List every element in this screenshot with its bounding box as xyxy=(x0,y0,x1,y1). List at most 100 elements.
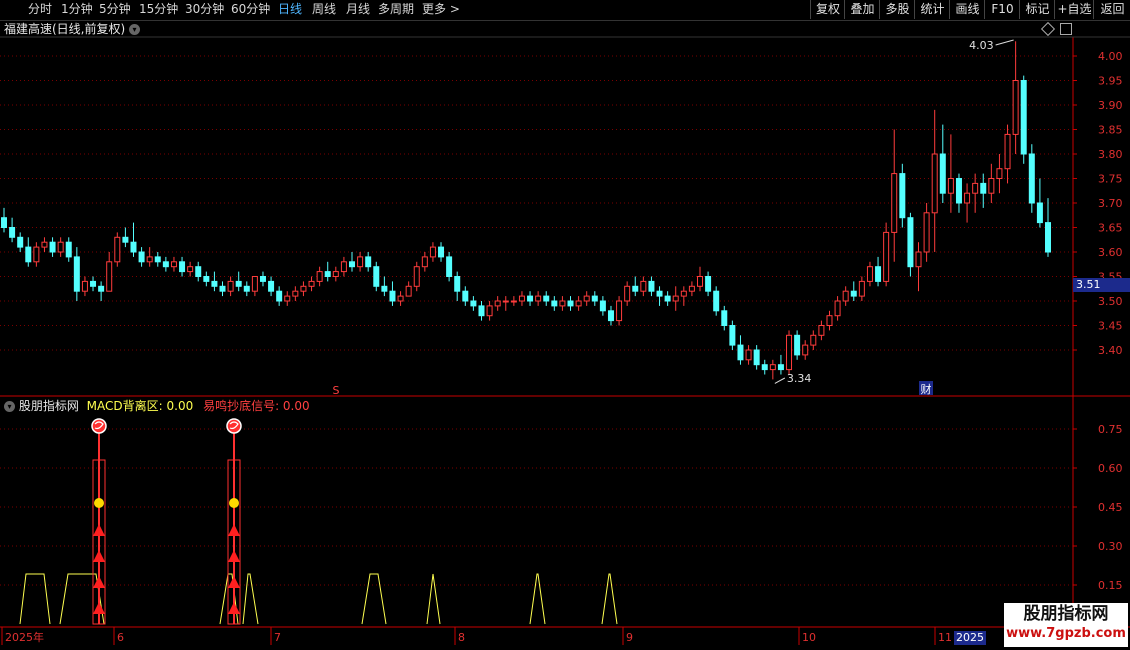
candle-body xyxy=(575,300,582,307)
candle-body xyxy=(745,349,752,361)
candle-body xyxy=(535,295,542,302)
candle-body xyxy=(25,246,32,263)
signal-up-arrow xyxy=(228,550,240,562)
candle-body xyxy=(1,217,7,228)
candle-body xyxy=(640,280,647,292)
candle-body xyxy=(607,310,614,322)
candle-body xyxy=(405,285,412,297)
candle-body xyxy=(616,300,623,322)
candle-body xyxy=(972,182,979,194)
candle-body xyxy=(308,280,315,287)
candle-body xyxy=(802,344,809,356)
candle-body xyxy=(777,364,784,371)
candle-body xyxy=(211,280,218,287)
price-tick-label: 3.80 xyxy=(1098,148,1123,161)
candle-body xyxy=(688,285,695,292)
candle-body xyxy=(931,153,938,214)
candle-body xyxy=(138,251,145,263)
candle-body xyxy=(421,256,428,268)
candle-body xyxy=(235,280,242,287)
candle-body xyxy=(729,325,736,346)
indicator-name[interactable]: 股朋指标网 xyxy=(19,399,79,413)
candle-body xyxy=(543,295,550,302)
candle-body xyxy=(769,364,776,371)
price-tick-label: 3.95 xyxy=(1098,75,1123,88)
macd-divergence-pulse xyxy=(529,573,546,625)
window-toggle-icon[interactable] xyxy=(1060,23,1072,35)
current-price-tag: 3.51 xyxy=(1073,278,1130,292)
price-tick-label: 3.40 xyxy=(1098,344,1123,357)
candle-body xyxy=(559,300,566,307)
candle-body xyxy=(316,271,323,282)
candle-body xyxy=(203,276,210,282)
chevron-down-icon[interactable]: ▾ xyxy=(4,401,15,412)
current-date-tag: 2025 xyxy=(954,631,986,645)
candle-body xyxy=(1004,133,1011,170)
low-price-label: 3.34 xyxy=(787,372,812,385)
candle-body xyxy=(955,178,962,204)
candle-body xyxy=(794,334,801,356)
candle-body xyxy=(915,251,922,268)
candle-body xyxy=(462,290,469,302)
candle-body xyxy=(154,256,161,263)
candle-body xyxy=(947,178,954,194)
candle-body xyxy=(1012,80,1019,135)
signal-up-arrow xyxy=(228,576,240,588)
candle-body xyxy=(276,290,283,302)
candle-body xyxy=(753,349,760,366)
candle-body xyxy=(939,153,946,194)
candle-body xyxy=(599,300,606,312)
candle-body xyxy=(438,246,445,258)
candle-body xyxy=(502,300,509,303)
candle-body xyxy=(179,261,186,273)
candle-body xyxy=(583,295,590,302)
date-label: 8 xyxy=(458,631,465,644)
macd-divergence-pulse xyxy=(242,573,259,625)
finance-marker: 财 xyxy=(921,382,932,396)
candle-body xyxy=(624,285,631,302)
candle-body xyxy=(761,364,768,371)
kline-chart[interactable]: 4.003.953.903.853.803.753.703.653.603.55… xyxy=(0,0,1130,650)
price-tick-label: 3.50 xyxy=(1098,295,1123,308)
candle-body xyxy=(243,285,250,292)
candle-body xyxy=(219,285,226,292)
candle-body xyxy=(332,271,339,278)
date-label: 11 xyxy=(938,631,952,644)
candle-body xyxy=(907,217,914,268)
high-pointer xyxy=(995,39,1014,46)
price-tick-label: 3.60 xyxy=(1098,246,1123,259)
sell-marker: S xyxy=(333,384,340,397)
candle-body xyxy=(413,266,420,287)
candle-body xyxy=(57,241,64,253)
candle-body xyxy=(170,261,177,268)
watermark-url: www.7gpzb.com xyxy=(1006,626,1126,641)
candle-body xyxy=(705,276,712,292)
candle-body xyxy=(65,241,72,258)
candle-body xyxy=(527,295,534,302)
candle-body xyxy=(551,300,558,307)
candle-body xyxy=(672,295,679,302)
candle-body xyxy=(996,168,1003,179)
candle-body xyxy=(834,300,841,317)
candle-body xyxy=(381,285,388,292)
site-watermark: 股朋指标网 www.7gpzb.com xyxy=(1004,603,1128,647)
candle-body xyxy=(227,280,234,292)
candle-body xyxy=(162,261,169,268)
candle-body xyxy=(397,295,404,302)
macd-divergence-pulse xyxy=(426,573,441,625)
candle-body xyxy=(648,280,655,292)
candle-body xyxy=(988,178,995,194)
price-tick-label: 3.90 xyxy=(1098,99,1123,112)
candle-body xyxy=(349,261,355,268)
price-tick-label: 3.45 xyxy=(1098,320,1123,333)
candle-body xyxy=(899,173,906,219)
candle-body xyxy=(41,241,48,248)
signal-up-arrow xyxy=(93,550,105,562)
candle-body xyxy=(470,300,477,307)
candle-body xyxy=(17,236,24,248)
candle-body xyxy=(365,256,372,268)
candle-body xyxy=(251,276,258,292)
candle-body xyxy=(324,271,331,278)
macd-divergence-label: MACD背离区: 0.00 xyxy=(86,399,194,413)
candle-body xyxy=(81,280,88,292)
